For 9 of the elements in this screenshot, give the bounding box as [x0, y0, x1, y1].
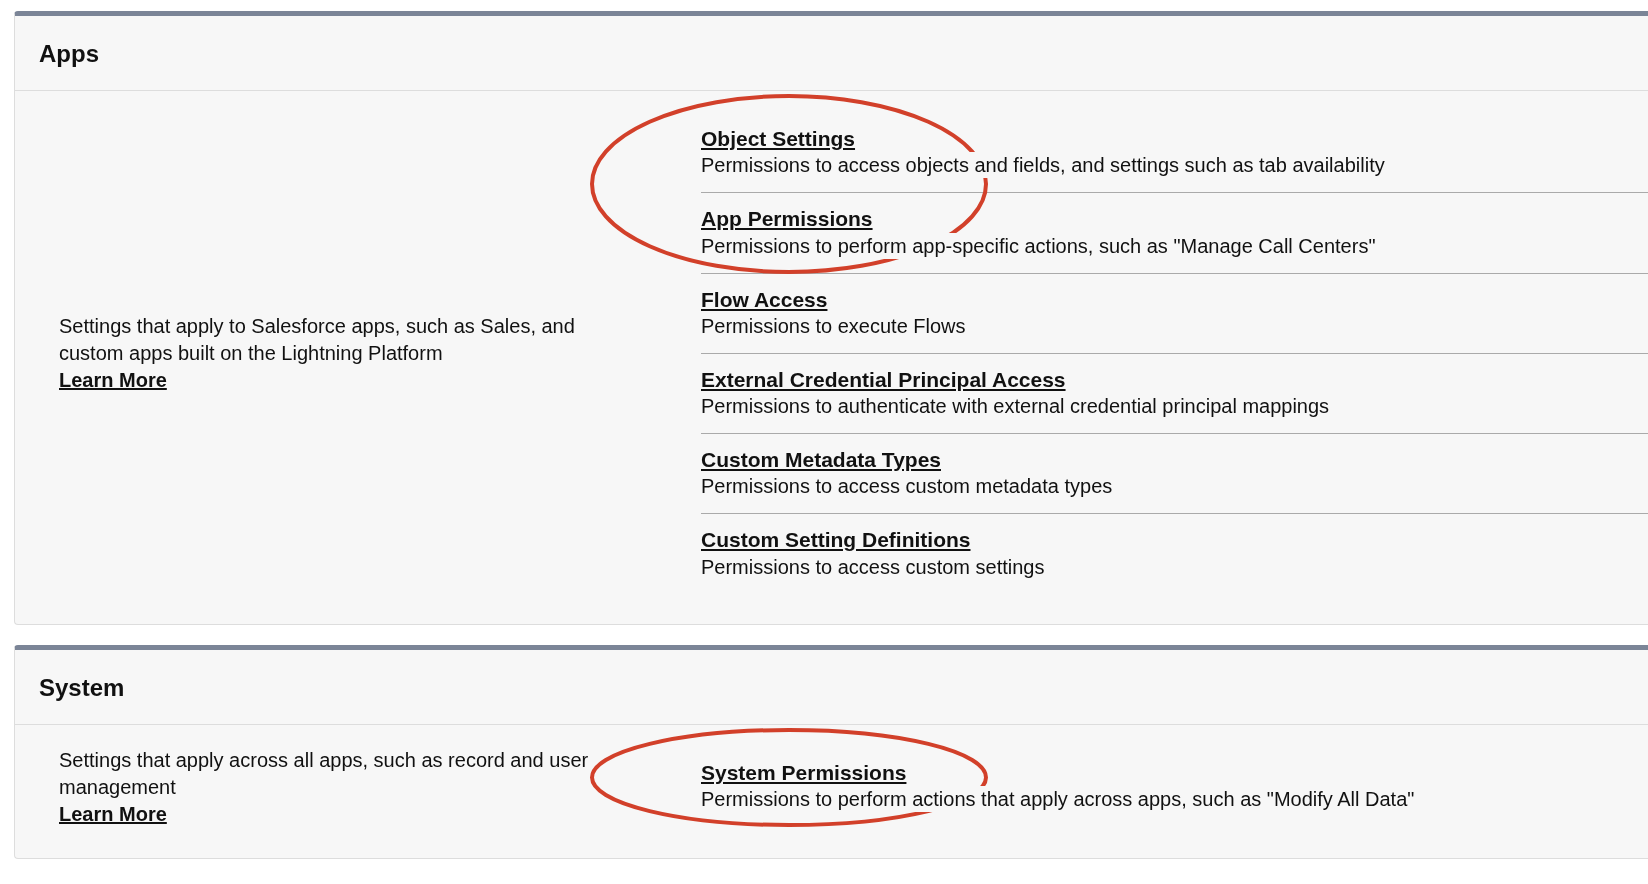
section-title: Apps	[15, 16, 1648, 91]
section-description: Settings that apply to Salesforce apps, such as Sales, and custom apps built on the Lightning Platform	[59, 313, 576, 366]
permission-description: Permissions to access objects and fields, and settings such as tab availability	[701, 152, 1385, 179]
section-title: System	[15, 649, 1648, 725]
permission-description: Permissions to perform app-specific actions, such as "Manage Call Centers"	[701, 232, 1376, 259]
section-description: Settings that apply across all apps, such as record and user management	[59, 747, 590, 800]
permission-description: Permissions to perform actions that apply across apps, such as "Modify All Data"	[701, 786, 1415, 813]
learn-more-link[interactable]: Learn More	[59, 802, 167, 825]
learn-more-link[interactable]: Learn More	[59, 368, 167, 391]
